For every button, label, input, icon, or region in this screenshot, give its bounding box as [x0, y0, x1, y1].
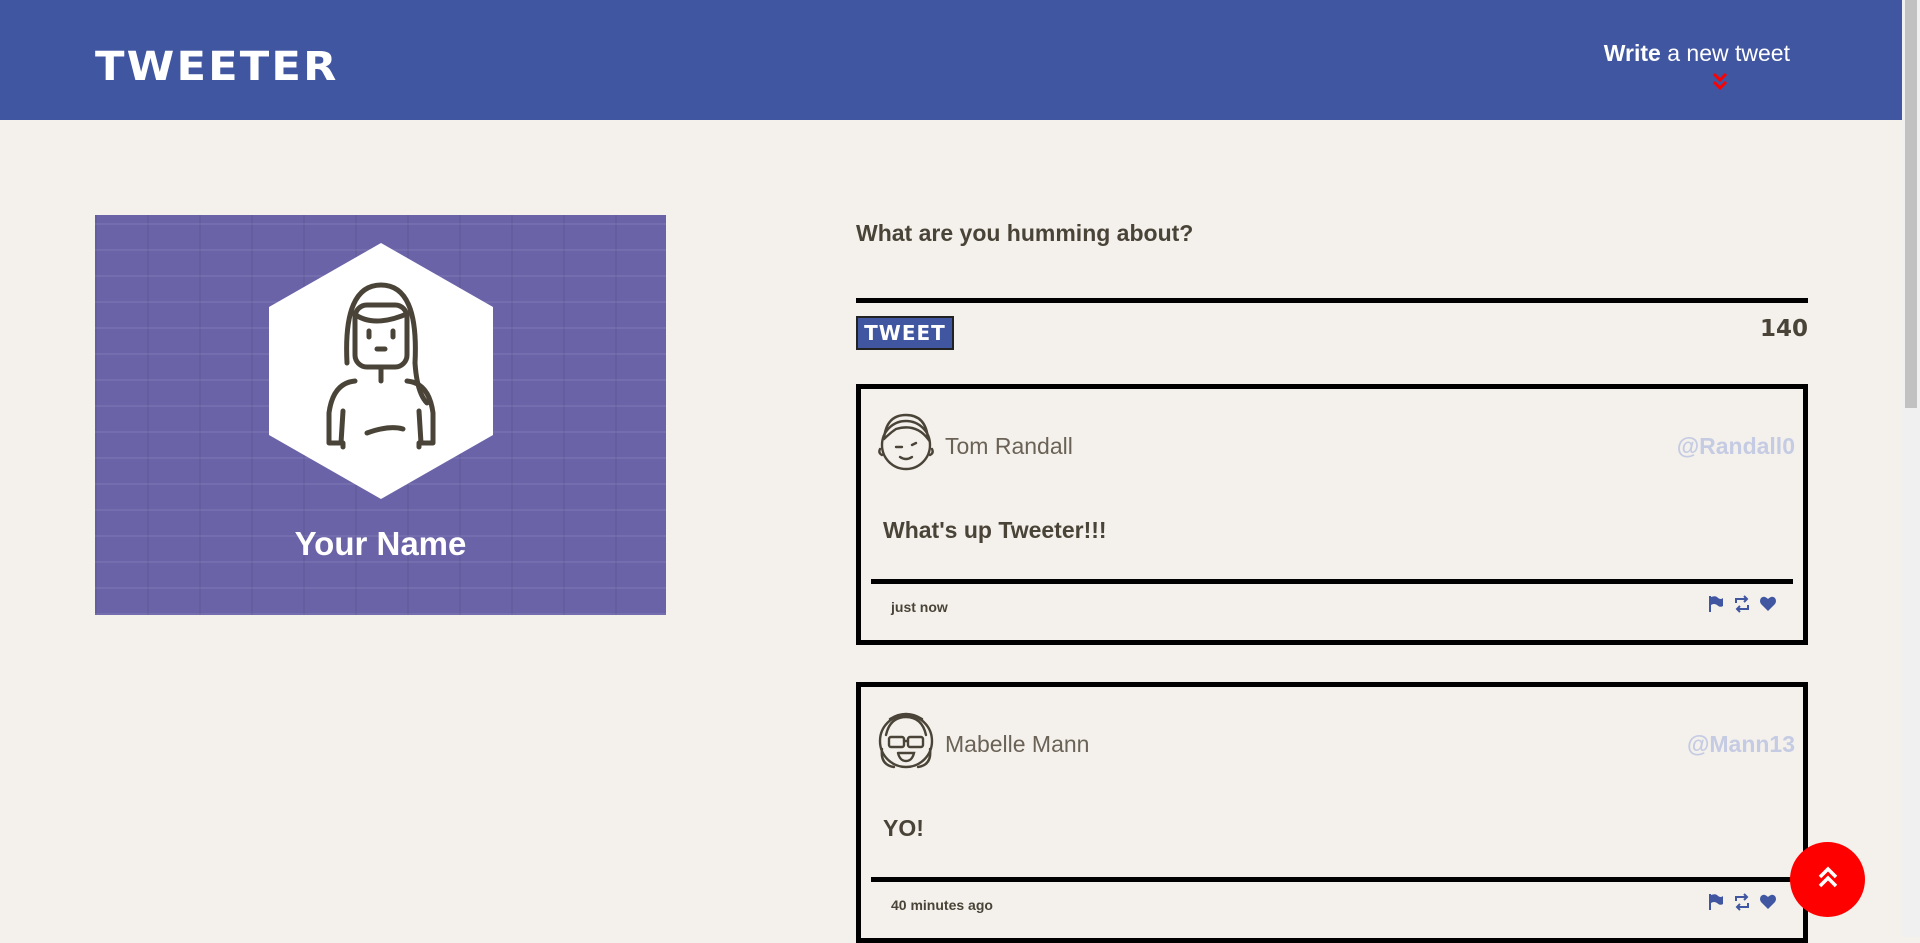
compose-input-underline [856, 298, 1808, 303]
tweet-text: What's up Tweeter!!! [883, 517, 1107, 543]
tweet-actions [1707, 893, 1777, 911]
profile-avatar [269, 243, 493, 504]
tweet-card: Mabelle Mann @Mann13 YO! 40 minutes ago [856, 682, 1808, 943]
tweet-timestamp: 40 minutes ago [891, 897, 993, 913]
tweet-divider [871, 579, 1793, 584]
scroll-to-top-button[interactable] [1790, 842, 1865, 917]
tweet-avatar [876, 707, 936, 778]
compose-prompt[interactable]: What are you humming about? [856, 220, 1193, 247]
flag-icon[interactable] [1707, 595, 1725, 613]
tweet-card: Tom Randall @Randall0 What's up Tweeter!… [856, 384, 1808, 645]
scrollbar-thumb[interactable] [1905, 0, 1917, 408]
tweet-author-handle[interactable]: @Randall0 [1677, 433, 1795, 460]
compose-toggle-rest: a new tweet [1660, 40, 1790, 66]
heart-icon[interactable] [1759, 595, 1777, 613]
heart-icon[interactable] [1759, 893, 1777, 911]
tweet-divider [871, 877, 1793, 882]
tweet-submit-button[interactable]: TWEET [856, 316, 954, 350]
tweet-text: YO! [883, 815, 924, 841]
retweet-icon[interactable] [1733, 595, 1751, 613]
double-chevron-up-icon [1817, 865, 1839, 894]
top-navigation-bar: TWEETER Write a new tweet [0, 0, 1902, 120]
character-counter: 140 [1759, 316, 1808, 342]
double-chevron-down-icon[interactable] [1712, 72, 1728, 97]
page-scrollbar[interactable] [1902, 0, 1920, 937]
profile-card: Your Name [95, 215, 666, 615]
tweet-timestamp: just now [891, 599, 948, 615]
flag-icon[interactable] [1707, 893, 1725, 911]
retweet-icon[interactable] [1733, 893, 1751, 911]
profile-name: Your Name [294, 525, 467, 562]
tweet-author-name[interactable]: Tom Randall [945, 433, 1073, 460]
tweet-author-name[interactable]: Mabelle Mann [945, 731, 1089, 758]
tweet-avatar [876, 409, 936, 480]
brand-logo[interactable]: TWEETER [95, 44, 339, 90]
compose-toggle-bold: Write [1603, 40, 1661, 66]
tweet-author-handle[interactable]: @Mann13 [1687, 731, 1795, 758]
tweet-actions [1707, 595, 1777, 613]
write-new-tweet-toggle[interactable]: Write a new tweet [1600, 40, 1790, 67]
